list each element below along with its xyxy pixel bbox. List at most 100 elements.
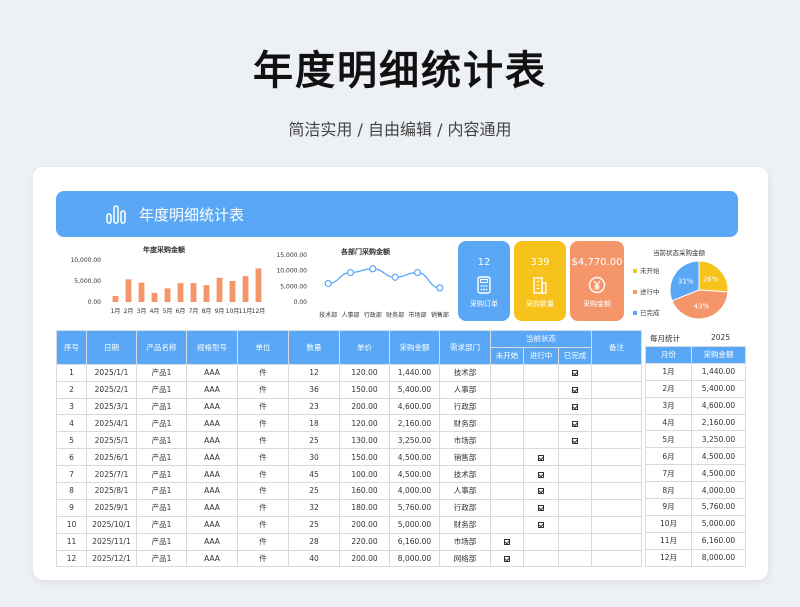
table-cell: 人事部 (439, 482, 491, 500)
line-chart: 0.00 5,000.00 10,000.00 15,000.00 技术部 人事部 行政部财… (276, 252, 448, 319)
status-cell (490, 482, 524, 500)
table-cell: 4,500.00 (389, 448, 440, 467)
status-cell (557, 498, 593, 517)
table-row: 6 2025/6/1 产品1 AAA 件 30 150.00 4,500.00 销售部 (56, 448, 643, 467)
table-cell: 2025/5/1 (86, 431, 137, 450)
table-cell (591, 363, 643, 382)
table-row: 3月 4,600.00 (645, 396, 746, 415)
table-row: 1 2025/1/1 产品1 AAA 件 12 120.00 1,440.00 技术部 (56, 363, 643, 382)
table-cell: 130.00 (339, 431, 390, 450)
checkbox-checked-icon (504, 539, 510, 546)
table-cell: 产品1 (136, 414, 187, 433)
table-cell: 5,000.00 (389, 515, 440, 534)
table-cell: 36 (288, 380, 340, 399)
table-cell: 产品1 (136, 515, 187, 534)
status-cell (523, 465, 559, 484)
col-header: 月份 (645, 346, 692, 364)
x-tick-label: 3月 (137, 308, 147, 315)
x-tick-label: 10月 (226, 308, 240, 315)
table-cell: 5,000.00 (691, 514, 746, 533)
status-cell (490, 515, 524, 534)
status-cell (557, 532, 593, 551)
line-point (324, 279, 332, 288)
kpi-label: 采购金额 (583, 300, 611, 308)
table-cell: 150.00 (339, 448, 390, 467)
table-cell: 件 (237, 448, 289, 467)
checkbox-checked-icon (538, 471, 544, 478)
status-cell (557, 448, 593, 467)
checkbox-checked-icon (572, 437, 578, 444)
bar-chart-icon (106, 205, 126, 224)
table-cell: 150.00 (339, 380, 390, 399)
legend-label: 进行中 (640, 288, 660, 296)
table-cell: 销售部 (439, 448, 491, 467)
table-cell: 2025/4/1 (86, 414, 137, 433)
x-tick-label: 人事部 (341, 311, 359, 319)
y-tick-label: 0.00 (88, 299, 102, 306)
bar (255, 268, 262, 302)
table-row: 1月 1,440.00 (645, 362, 746, 381)
status-cell (523, 380, 559, 399)
table-row: 4月 2,160.00 (645, 413, 746, 432)
y-tick-label: 10,000.00 (70, 257, 101, 264)
table-cell: 产品1 (136, 532, 187, 551)
checkbox-checked-icon (572, 404, 578, 410)
col-header: 规格型号 (186, 330, 238, 365)
table-cell: 2025/7/1 (86, 465, 137, 484)
checkbox-checked-icon (572, 420, 578, 427)
col-header: 需求部门 (439, 330, 491, 365)
line-point (391, 273, 399, 281)
table-cell: 件 (237, 549, 289, 568)
table-cell: 产品1 (136, 448, 187, 467)
table-cell (591, 448, 643, 467)
x-tick-label: 行政部 (364, 311, 382, 319)
x-tick-label: 5月 (163, 308, 173, 315)
table-cell: 2,160.00 (691, 413, 746, 432)
table-cell: AAA (186, 515, 238, 534)
table-cell: AAA (186, 448, 238, 467)
table-cell: 8月 (645, 481, 692, 500)
table-cell: AAA (186, 397, 238, 416)
table-row: 8月 4,000.00 (645, 481, 746, 500)
bar (125, 279, 132, 302)
checkbox-checked-icon (504, 556, 510, 563)
table-cell: 2025/12/1 (86, 549, 137, 568)
table-cell: 25 (288, 431, 340, 450)
line-point (346, 268, 355, 277)
status-cell (490, 549, 524, 568)
status-cell (557, 380, 593, 399)
status-cell (490, 380, 524, 399)
table-cell: 5,760.00 (389, 498, 440, 517)
table-cell: 2025/1/1 (86, 363, 137, 382)
table-row: 7月 4,500.00 (645, 464, 746, 483)
table-cell: 3 (56, 397, 87, 416)
status-cell (557, 363, 593, 382)
checkbox-checked-icon (538, 522, 544, 529)
pie-slice-label: 43% (694, 302, 710, 310)
legend-swatch (633, 269, 637, 273)
table-cell: 4,000.00 (389, 482, 440, 500)
table-cell: 市场部 (439, 431, 491, 450)
table-cell: 产品1 (136, 431, 187, 450)
x-tick-label: 8月 (202, 308, 212, 315)
table-cell: 产品1 (136, 498, 187, 517)
table-cell: 技术部 (439, 363, 491, 382)
table-row: 11月 6,160.00 (645, 531, 746, 550)
calculator-icon (477, 276, 491, 294)
table-cell: 23 (288, 397, 340, 416)
table-cell: 产品1 (136, 380, 187, 399)
table-cell (591, 532, 643, 551)
status-cell (490, 465, 524, 484)
status-cell (523, 431, 559, 450)
page-title: 年度明细统计表 (253, 48, 547, 94)
table-cell: 4 (56, 414, 87, 433)
pie-legend-completed: 已完成 (633, 307, 660, 317)
y-tick-label: 5,000.00 (74, 278, 101, 285)
table-cell (591, 431, 643, 450)
table-cell: 25 (288, 515, 340, 534)
table-cell: 4月 (645, 413, 692, 432)
status-cell (490, 363, 524, 382)
table-cell: 行政部 (439, 498, 491, 517)
table-cell: 3,250.00 (389, 431, 440, 450)
status-cell (523, 532, 559, 551)
